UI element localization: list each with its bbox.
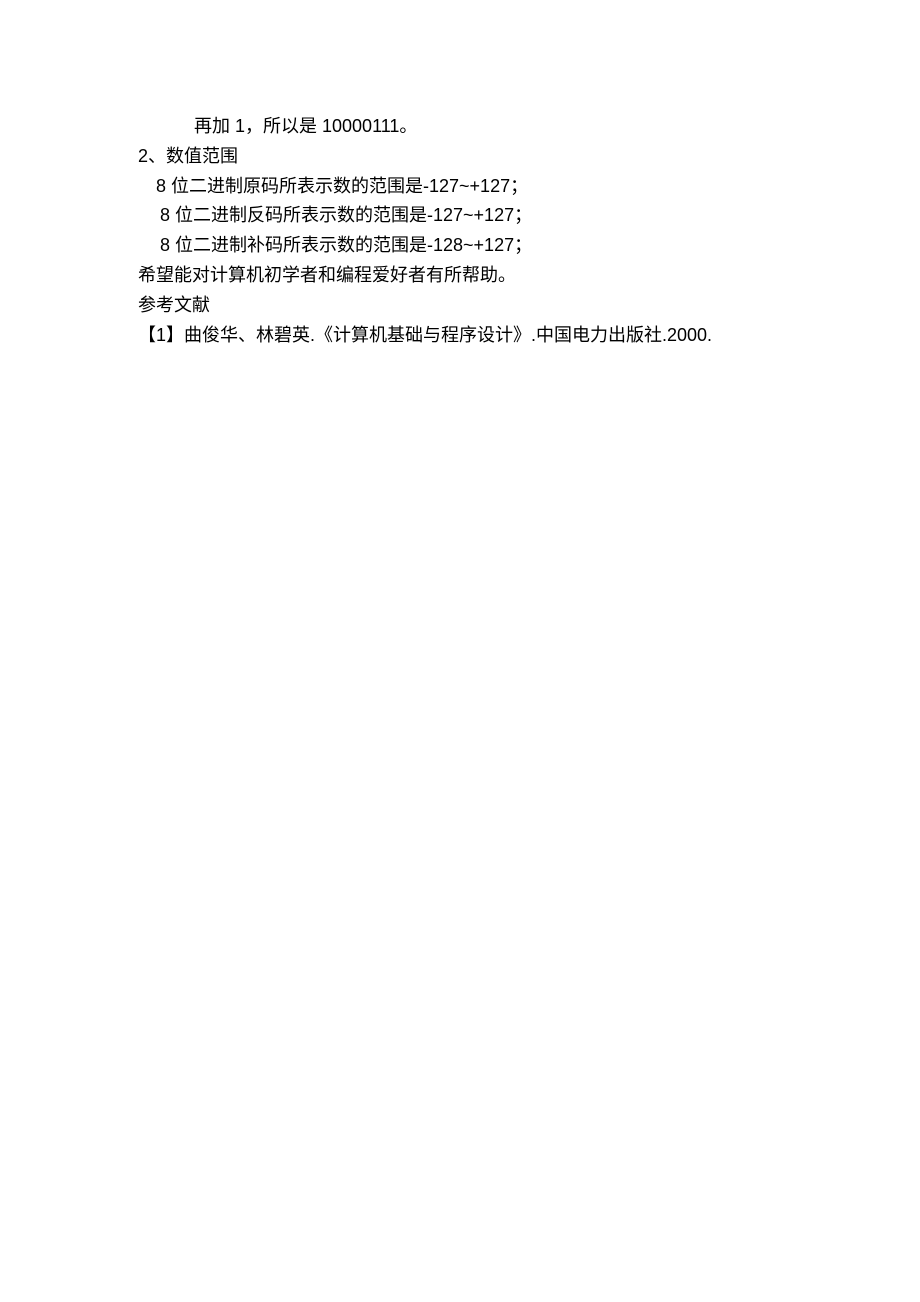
references-heading: 参考文献 <box>138 291 782 320</box>
text-line-inverse-code: 8 位二进制反码所表示数的范围是-127~+127； <box>138 201 782 230</box>
text-line-conclusion: 希望能对计算机初学者和编程爱好者有所帮助。 <box>138 261 782 290</box>
text-line-continuation: 再加 1，所以是 10000111。 <box>138 112 782 141</box>
text-line-complement-code: 8 位二进制补码所表示数的范围是-128~+127； <box>138 231 782 260</box>
text-line-original-code: 8 位二进制原码所表示数的范围是-127~+127； <box>138 172 782 201</box>
reference-item-1: 【1】曲俊华、林碧英.《计算机基础与程序设计》.中国电力出版社.2000. <box>138 321 782 350</box>
section-heading-range: 2、数值范围 <box>138 142 782 171</box>
